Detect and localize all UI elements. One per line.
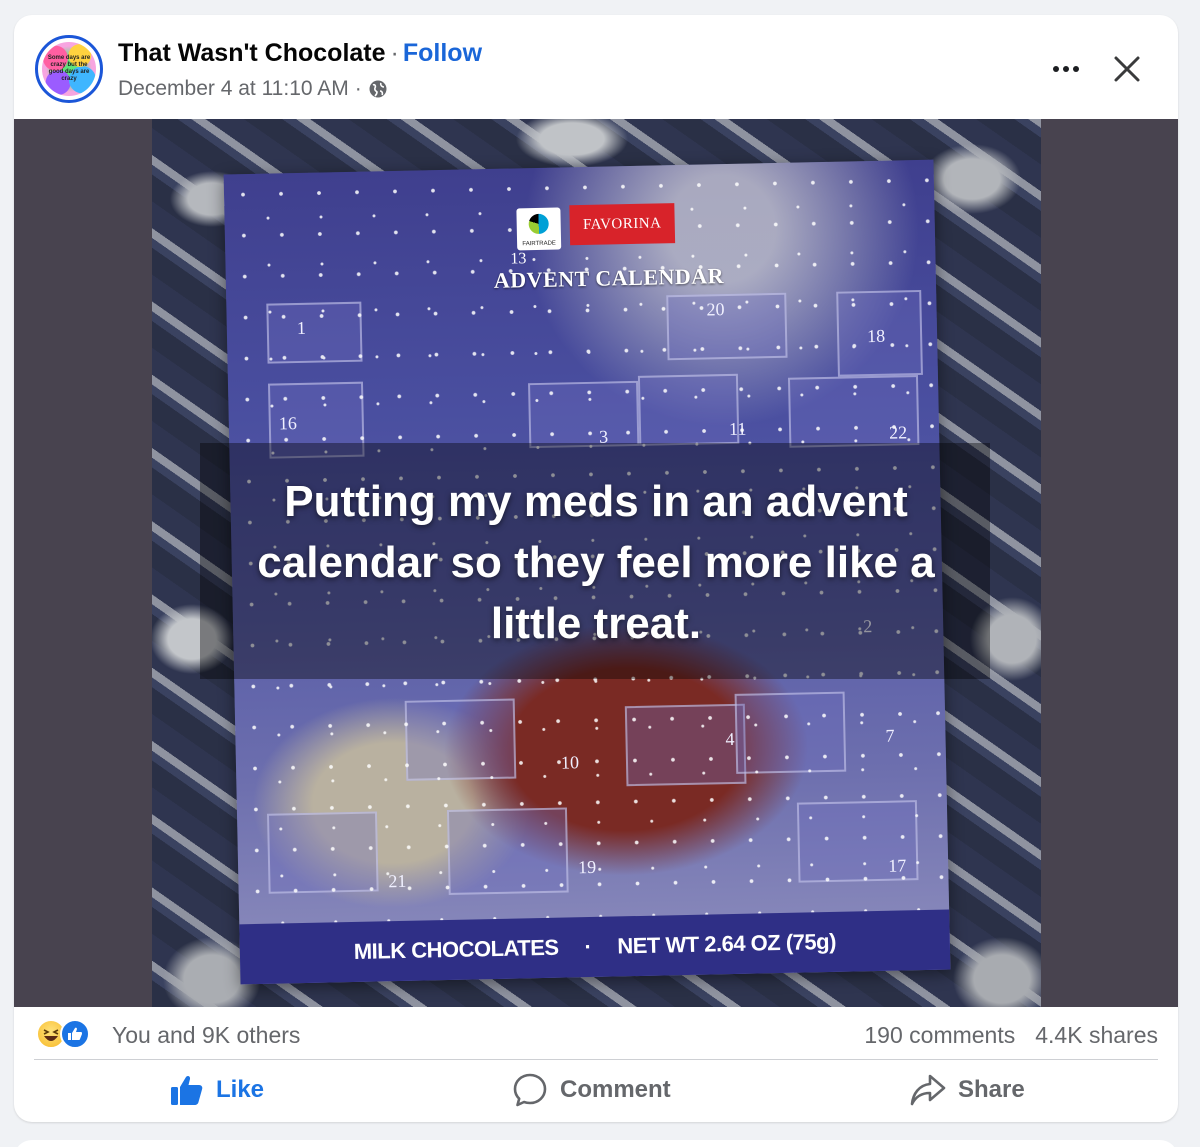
reaction-summary[interactable]: You and 9K others [112, 1022, 300, 1049]
post-meta: December 4 at 11:10 AM · [118, 77, 388, 101]
comment-label: Comment [560, 1076, 671, 1103]
post-card: Some days are crazy but the good days ar… [14, 15, 1178, 1122]
shares-count[interactable]: 4.4K shares [1035, 1022, 1158, 1048]
page-title-row: That Wasn't Chocolate · Follow [118, 39, 482, 68]
thumbs-up-icon [170, 1074, 204, 1106]
comments-count[interactable]: 190 comments [864, 1022, 1015, 1048]
title-separator: · [390, 39, 399, 67]
follow-button[interactable]: Follow [403, 39, 482, 67]
reaction-icons[interactable] [36, 1019, 100, 1049]
box-bottom-separator: · [584, 933, 592, 960]
avatar-text: Some days are crazy but the good days ar… [47, 55, 91, 82]
post-header: Some days are crazy but the good days ar… [14, 15, 1178, 119]
image-caption: Putting my meds in an advent calendar so… [14, 471, 1178, 654]
brand-logo: FAVORINA [569, 203, 676, 246]
caption-line: little treat. [490, 599, 702, 648]
post-image[interactable]: 1 20 18 16 3 11 22 10 4 7 21 19 17 2 FAI… [14, 119, 1178, 1007]
post-stats: You and 9K others 190 comments 4.4K share… [14, 1007, 1178, 1059]
box-bottom-left: MILK CHOCOLATES [353, 934, 559, 964]
comment-button[interactable]: Comment [512, 1065, 671, 1115]
fairtrade-logo: FAIRTRADE [516, 207, 562, 251]
like-label: Like [216, 1076, 265, 1103]
like-button[interactable]: Like [170, 1065, 264, 1115]
share-button[interactable]: Share [910, 1065, 1025, 1115]
page-name-link[interactable]: That Wasn't Chocolate [118, 39, 386, 67]
next-post-card-edge [14, 1140, 1178, 1147]
more-options-icon[interactable] [1048, 59, 1084, 79]
share-icon [910, 1073, 946, 1107]
like-icon [60, 1019, 90, 1049]
caption-line: calendar so they feel more like a [257, 538, 935, 587]
share-label: Share [958, 1076, 1025, 1103]
caption-line: Putting my meds in an advent [284, 477, 908, 526]
box-bottom-right: NET WT 2.64 OZ (75g) [617, 928, 837, 959]
divider [34, 1059, 1158, 1060]
page-avatar[interactable]: Some days are crazy but the good days ar… [35, 35, 103, 103]
globe-icon [368, 79, 388, 99]
comment-icon [512, 1072, 548, 1108]
post-timestamp[interactable]: December 4 at 11:10 AM [118, 77, 349, 101]
engagement-counts: 190 comments 4.4K shares [864, 1022, 1158, 1049]
avatar-image: Some days are crazy but the good days ar… [42, 42, 96, 96]
box-title: ADVENT CALENDAR [493, 263, 725, 293]
close-icon[interactable] [1111, 53, 1143, 85]
post-actions: Like Comment Share [14, 1065, 1178, 1115]
box-count: 13 [510, 250, 527, 268]
meta-separator: · [354, 77, 362, 100]
